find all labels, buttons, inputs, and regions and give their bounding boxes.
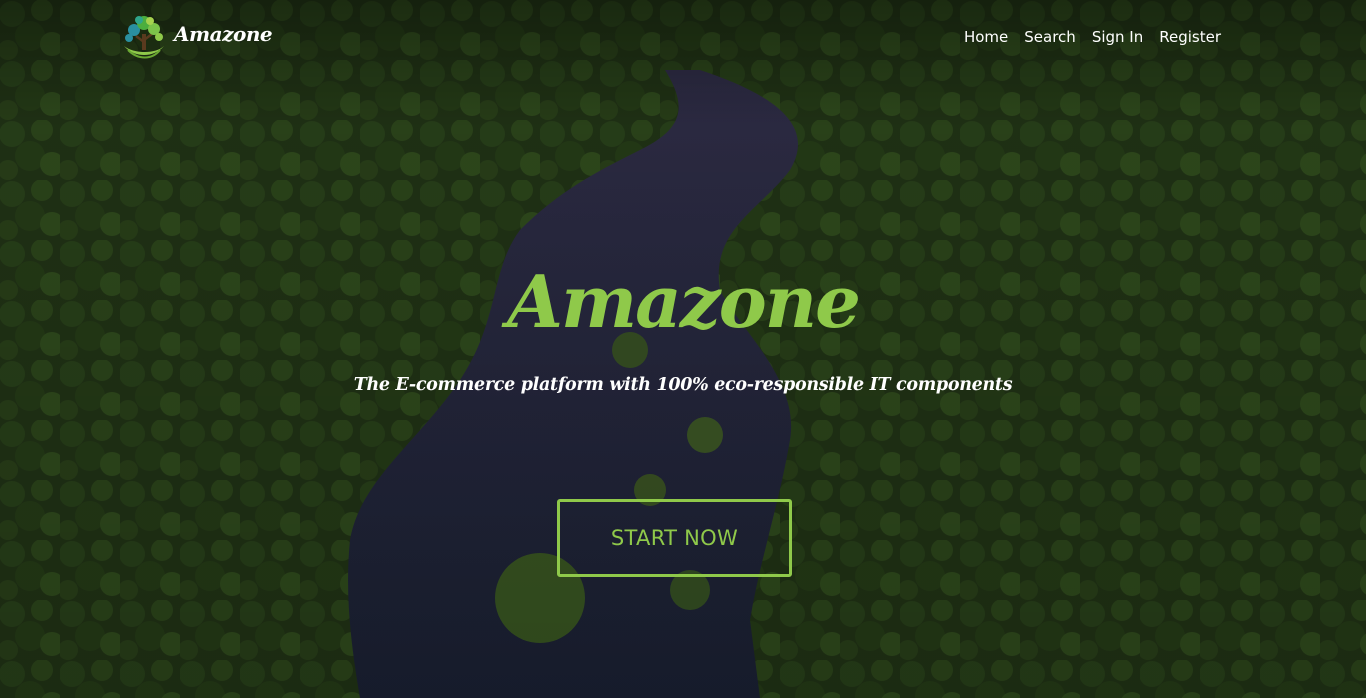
nav-menu: Home Search Sign In Register [948,27,1221,47]
nav-link-search[interactable]: Search [1024,27,1076,47]
top-navigation: Amazone Home Search Sign In Register [0,0,1366,72]
brand-link[interactable]: Amazone [120,12,273,62]
hero-section: Amazone Home Search Sign In Register Ama… [0,0,1366,698]
hero-subtitle: The E-commerce platform with 100% eco-re… [353,375,1013,395]
brand-name: Amazone [174,22,273,46]
hero-title: Amazone [507,259,861,344]
start-now-button[interactable]: START NOW [557,499,792,577]
nav-link-home[interactable]: Home [964,27,1008,47]
nav-link-sign-in[interactable]: Sign In [1092,27,1143,47]
tree-logo-icon [124,16,164,59]
nav-link-register[interactable]: Register [1159,27,1221,47]
